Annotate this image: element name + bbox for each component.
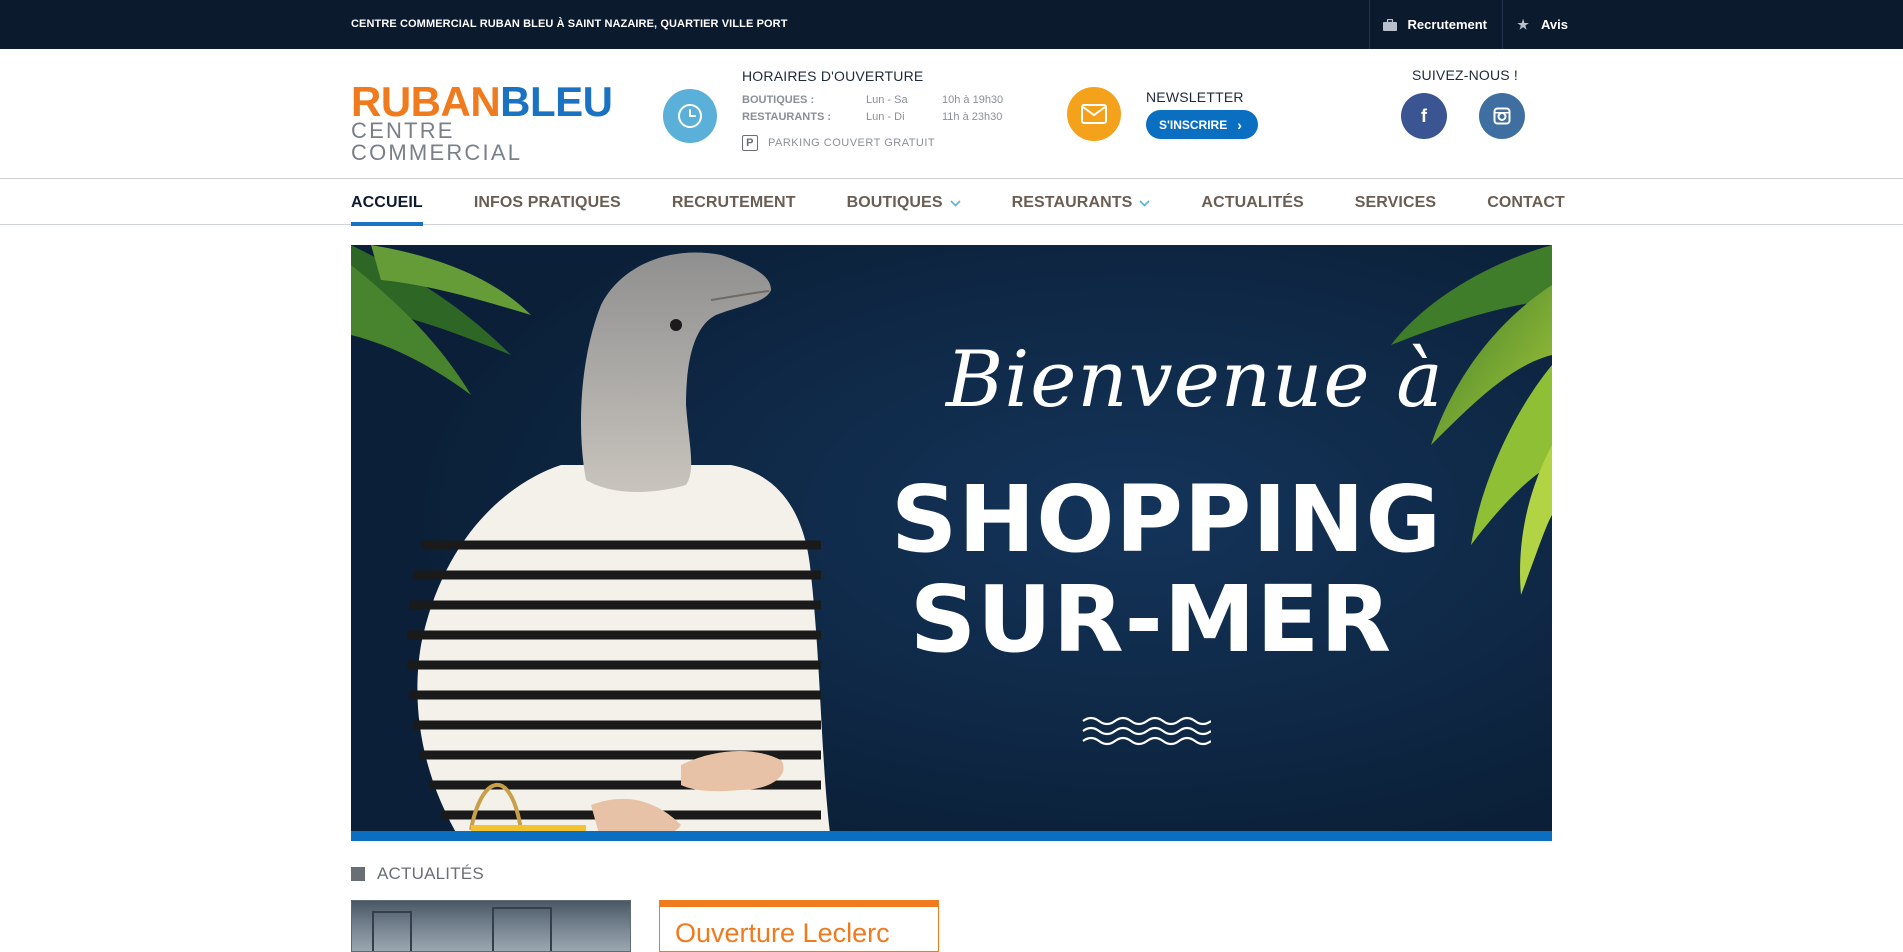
parking-info: P PARKING COUVERT GRATUIT — [742, 135, 1022, 151]
news-card[interactable]: Ouverture Leclerc — [659, 900, 939, 952]
newsletter-subscribe-label: S'INSCRIRE — [1159, 117, 1228, 132]
recruitment-top-link[interactable]: Recrutement — [1368, 0, 1502, 49]
nav-item-services[interactable]: SERVICES — [1355, 180, 1436, 225]
hero-headline: SHOPPING SUR-MER — [891, 466, 1443, 673]
parking-icon: P — [742, 135, 758, 151]
briefcase-icon — [1382, 17, 1398, 33]
clock-icon — [663, 89, 717, 143]
social-links: SUIVEZ-NOUS ! f — [1401, 67, 1525, 139]
top-links: Recrutement ★ Avis — [1368, 0, 1583, 49]
logo-bleu-text: BLEU — [500, 78, 613, 125]
square-icon — [351, 867, 365, 881]
logo-subtitle: CENTRE COMMERCIAL — [351, 118, 523, 165]
nav-item-infos-pratiques[interactable]: INFOS PRATIQUES — [474, 180, 621, 225]
nav-item-contact[interactable]: CONTACT — [1487, 180, 1565, 225]
news-card-title: Ouverture Leclerc — [675, 918, 890, 948]
chevron-down-icon — [1139, 196, 1150, 210]
waves-icon — [1082, 716, 1211, 746]
facebook-icon[interactable]: f — [1401, 93, 1447, 139]
site-tagline: CENTRE COMMERCIAL RUBAN BLEU À SAINT NAZ… — [351, 18, 788, 30]
thumbnail-window — [372, 911, 412, 951]
opening-hours: HORAIRES D'OUVERTURE BOUTIQUES : Lun - S… — [742, 68, 1022, 151]
nav-item-label: RECRUTEMENT — [671, 193, 796, 211]
newsletter: NEWSLETTER S'INSCRIRE › — [1146, 89, 1258, 139]
reviews-top-link-label: Avis — [1541, 17, 1568, 32]
nav-item-label: ACCUEIL — [351, 193, 423, 211]
hero-banner[interactable]: Bienvenue à SHOPPING SUR-MER — [351, 245, 1552, 841]
hours-label: RESTAURANTS : — [742, 111, 832, 123]
nav-item-label: RESTAURANTS — [1011, 193, 1133, 211]
nav-item-restaurants[interactable]: RESTAURANTS — [1012, 180, 1151, 225]
top-bar: CENTRE COMMERCIAL RUBAN BLEU À SAINT NAZ… — [0, 0, 1903, 49]
parking-label: PARKING COUVERT GRATUIT — [768, 137, 936, 149]
nav-item-label: ACTUALITÉS — [1201, 193, 1304, 211]
star-icon: ★ — [1517, 16, 1529, 32]
nav-item-label: CONTACT — [1487, 193, 1565, 211]
nav-item-label: SERVICES — [1354, 193, 1437, 211]
social-title: SUIVEZ-NOUS ! — [1411, 67, 1519, 83]
main-navigation: ACCUEIL INFOS PRATIQUES RECRUTEMENT BOUT… — [0, 180, 1903, 226]
mail-icon — [1067, 87, 1121, 141]
thumbnail-window — [492, 907, 552, 951]
hero-bottom-bar — [351, 831, 1552, 841]
news-section-title: ACTUALITÉS — [351, 864, 484, 884]
nav-item-boutiques[interactable]: BOUTIQUES — [847, 180, 961, 225]
site-logo[interactable]: RUBANBLEU CENTRE COMMERCIAL — [351, 81, 613, 164]
nav-item-accueil[interactable]: ACCUEIL — [351, 180, 423, 226]
chevron-down-icon — [950, 196, 961, 210]
news-section-title-label: ACTUALITÉS — [377, 864, 484, 883]
hours-label: BOUTIQUES : — [742, 94, 815, 106]
chevron-right-icon: › — [1237, 116, 1242, 133]
newsletter-subscribe-button[interactable]: S'INSCRIRE › — [1146, 110, 1258, 139]
hours-time: 11h à 23h30 — [942, 111, 1003, 123]
opening-hours-title: HORAIRES D'OUVERTURE — [742, 68, 924, 84]
facebook-glyph: f — [1421, 105, 1427, 126]
newsletter-title: NEWSLETTER — [1146, 89, 1244, 105]
hours-row-shops: BOUTIQUES : Lun - Sa 10h à 19h30 — [742, 94, 1022, 107]
instagram-icon[interactable] — [1479, 93, 1525, 139]
recruitment-top-link-label: Recrutement — [1407, 17, 1488, 32]
news-thumbnail[interactable] — [351, 900, 631, 952]
hero-headline-line2: SUR-MER — [909, 566, 1393, 673]
nav-item-recrutement[interactable]: RECRUTEMENT — [672, 180, 796, 225]
nav-item-label: INFOS PRATIQUES — [473, 193, 621, 211]
hero-script-title: Bienvenue à — [946, 335, 1444, 425]
nav-item-label: BOUTIQUES — [846, 193, 943, 211]
hours-days: Lun - Sa — [866, 94, 908, 106]
hours-days: Lun - Di — [866, 111, 905, 123]
hero-headline-line1: SHOPPING — [891, 466, 1443, 573]
header: RUBANBLEU CENTRE COMMERCIAL HORAIRES D'O… — [0, 49, 1903, 179]
hours-time: 10h à 19h30 — [942, 94, 1004, 106]
hours-row-restaurants: RESTAURANTS : Lun - Di 11h à 23h30 — [742, 111, 1022, 124]
nav-item-actualites[interactable]: ACTUALITÉS — [1201, 180, 1303, 225]
reviews-top-link[interactable]: ★ Avis — [1502, 0, 1583, 49]
